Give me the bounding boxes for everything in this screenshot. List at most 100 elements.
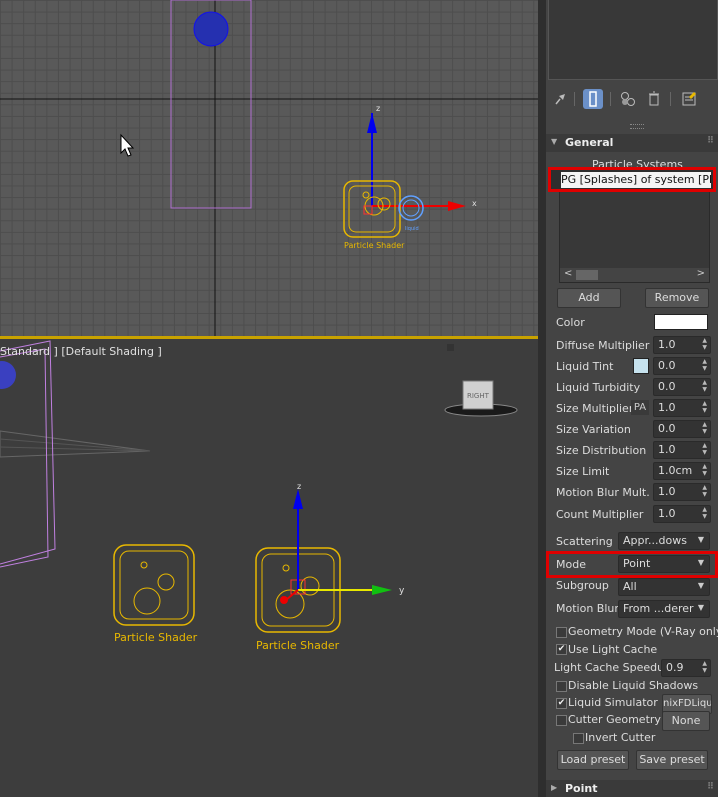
spinner-arrows-icon[interactable]: ▲ ▼ <box>702 379 707 393</box>
pin-marker-icon <box>447 344 454 351</box>
particle-shader-label: Particle Shader <box>114 631 198 644</box>
axis-z-label: z <box>376 104 380 113</box>
scrollbar-thumb[interactable] <box>576 270 598 280</box>
size-distribution-spinner[interactable]: 1.0 ▲ ▼ <box>653 441 711 459</box>
light-cache-speedup-label: Light Cache Speedup <box>554 661 672 674</box>
perspective-viewport[interactable]: RIGHT Particle Shader Particle Shader z … <box>0 339 538 797</box>
size-variation-spinner[interactable]: 0.0 ▲ ▼ <box>653 420 711 438</box>
diffuse-multiplier-spinner[interactable]: 1.0 ▲ ▼ <box>653 336 711 354</box>
size-limit-spinner[interactable]: 1.0cm ▲ ▼ <box>653 462 711 480</box>
chevron-down-icon: ▼ <box>697 558 704 567</box>
pin-icon[interactable] <box>550 89 570 109</box>
viewport-label[interactable]: Standard ] [Default Shading ] <box>0 345 162 358</box>
mode-label: Mode <box>556 558 586 571</box>
scattering-label: Scattering <box>556 535 613 548</box>
param-label: Size Limit <box>556 465 610 478</box>
spinner-arrows-icon[interactable]: ▲ ▼ <box>702 506 707 520</box>
axis-y-label: y <box>399 586 405 596</box>
motion-blur-dropdown[interactable]: From ...derer ▼ <box>618 600 710 618</box>
remove-button[interactable]: Remove <box>645 288 709 308</box>
add-button[interactable]: Add <box>557 288 621 308</box>
configure-icon[interactable] <box>679 89 699 109</box>
invert-cutter-checkbox[interactable] <box>573 733 584 744</box>
spinner-arrows-icon[interactable]: ▲ ▼ <box>702 484 707 498</box>
general-rollout-header[interactable]: ▼ General ⠿ <box>546 134 718 152</box>
spinner-arrows-icon[interactable]: ▲ ▼ <box>702 660 707 674</box>
motion-blur-label: Motion Blur <box>556 602 619 615</box>
count-multiplier-spinner[interactable]: 1.0 ▲ ▼ <box>653 505 711 523</box>
chevron-down-icon: ▼ <box>697 535 704 544</box>
light-cache-speedup-spinner[interactable]: 0.9 ▲ ▼ <box>661 659 711 677</box>
sphere-object[interactable] <box>0 361 16 389</box>
spinner-arrows-icon[interactable]: ▲ ▼ <box>702 421 707 435</box>
collapse-arrow-icon: ▼ <box>551 137 558 146</box>
expand-arrow-icon: ▶ <box>551 783 558 792</box>
top-viewport-scene: z x Particle Shader liquid <box>0 0 538 336</box>
spinner-arrows-icon[interactable]: ▲ ▼ <box>702 442 707 456</box>
particle-systems-list[interactable]: < > <box>559 190 710 283</box>
subgroup-label: Subgroup <box>556 579 609 592</box>
panel-grip[interactable] <box>630 124 644 129</box>
cutter-geometry-checkbox[interactable] <box>556 715 567 726</box>
delete-icon[interactable] <box>644 89 664 109</box>
save-preset-button[interactable]: Save preset <box>636 750 708 770</box>
disable-liquid-shadows-label: Disable Liquid Shadows <box>568 679 699 692</box>
load-preset-button[interactable]: Load preset <box>557 750 629 770</box>
spinner-arrows-icon[interactable]: ▲ ▼ <box>702 337 707 351</box>
particle-shader-label: Particle Shader <box>256 639 340 652</box>
scroll-right-icon[interactable]: > <box>697 268 705 279</box>
particle-shader-label: Particle Shader <box>344 241 405 250</box>
cutter-geometry-pick-button[interactable]: None <box>662 711 710 731</box>
geometry-mode-checkbox[interactable] <box>556 627 567 638</box>
viewport-panel-splitter[interactable] <box>538 0 546 797</box>
scattering-dropdown[interactable]: Appr...dows ▼ <box>618 532 710 550</box>
use-light-cache-label: Use Light Cache <box>568 643 658 656</box>
mouse-cursor-icon <box>120 133 135 157</box>
liquid-turbidity-spinner[interactable]: 0.0 ▲ ▼ <box>653 378 711 396</box>
geometry-mode-label: Geometry Mode (V-Ray only) <box>568 625 718 638</box>
param-label: Motion Blur Mult. <box>556 486 650 499</box>
point-rollout-header[interactable]: ▶ Point ⠿ <box>546 780 718 797</box>
perspective-viewport-scene: RIGHT Particle Shader Particle Shader z … <box>0 340 518 652</box>
sphere-object[interactable] <box>193 11 229 47</box>
spinner-arrows-icon[interactable]: ▲ ▼ <box>702 463 707 477</box>
modify-tab-icon[interactable] <box>583 89 603 109</box>
point-rollout-title: Point <box>565 782 598 795</box>
particle-shader-icon[interactable] <box>113 544 195 626</box>
mode-dropdown[interactable]: Point ▼ <box>618 555 710 573</box>
scroll-left-icon[interactable]: < <box>564 268 572 279</box>
subgroup-dropdown[interactable]: All ▼ <box>618 578 710 596</box>
param-label: Liquid Turbidity <box>556 381 641 394</box>
param-label: Liquid Tint <box>556 360 614 373</box>
liquid-tint-swatch[interactable] <box>633 358 649 374</box>
axis-z-label: z <box>297 482 301 491</box>
invert-cutter-label: Invert Cutter <box>585 731 656 744</box>
motion-blur-mult-spinner[interactable]: 1.0 ▲ ▼ <box>653 483 711 501</box>
liquid-simulator-checkbox[interactable]: ✔ <box>556 698 567 709</box>
viewcube-label: RIGHT <box>467 392 490 400</box>
object-list[interactable] <box>548 0 718 80</box>
param-label: Size Variation <box>556 423 631 436</box>
liquid-simulator-label: Liquid Simulator <box>568 696 658 709</box>
viewcube-icon[interactable]: RIGHT <box>444 380 518 417</box>
spinner-arrows-icon[interactable]: ▲ ▼ <box>702 400 707 414</box>
rollout-grip-icon: ⠿ <box>706 136 714 146</box>
general-rollout-title: General <box>565 136 614 149</box>
spinner-arrows-icon[interactable]: ▲ ▼ <box>702 358 707 372</box>
param-label: Diffuse Multiplier <box>556 339 650 352</box>
use-light-cache-checkbox[interactable]: ✔ <box>556 644 567 655</box>
disable-liquid-shadows-checkbox[interactable] <box>556 681 567 692</box>
axis-x-label: x <box>472 199 477 208</box>
color-swatch[interactable] <box>654 314 708 330</box>
top-viewport[interactable]: z x Particle Shader liquid <box>0 0 538 336</box>
particle-system-item[interactable]: PG [Splashes] of system [PhoenixFD] <box>561 172 711 188</box>
color-label: Color <box>556 316 585 329</box>
pa-button[interactable]: PA <box>631 400 649 415</box>
list-horizontal-scrollbar[interactable]: < > <box>560 268 709 282</box>
param-label: Size Multiplier <box>556 402 634 415</box>
size-multiplier-spinner[interactable]: 1.0 ▲ ▼ <box>653 399 711 417</box>
particle-system-item-highlight[interactable]: PG [Splashes] of system [PhoenixFD] <box>548 167 716 192</box>
hierarchy-icon[interactable] <box>618 89 638 109</box>
liquid-tint-spinner[interactable]: 0.0 ▲ ▼ <box>653 357 711 375</box>
cutter-geometry-label: Cutter Geometry <box>568 713 661 726</box>
